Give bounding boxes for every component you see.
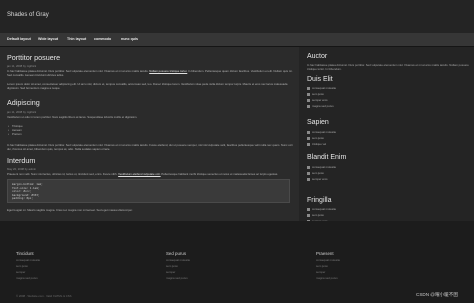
bullet-icon [307,213,310,217]
post-paragraph: Lorem ipsum dolor sit amet, consectetuer… [7,82,288,91]
sidebar-link[interactable]: semper eros [307,98,328,102]
nav-item-commodo[interactable]: commodo [94,37,111,41]
footer-link[interactable]: magna sed purus [16,276,38,280]
copyright: © 2008 · Website.com · Valid XHTML & CSS [16,294,72,298]
sidebar-link[interactable]: sem justo [307,213,324,217]
bullet-icon [307,165,310,169]
sidebar-link[interactable]: consequat molestie [307,207,336,211]
bullet-icon [307,142,310,146]
post-title-porttitor[interactable]: Porttitor posuere [7,53,60,62]
bullet-icon [307,177,310,181]
nav-item-default-layout[interactable]: Default layout [7,37,31,41]
footer-link[interactable]: semper [16,270,25,274]
footer-link[interactable]: semper [316,270,325,274]
post-paragraph: In hac habitasse platea dictumst. Duis p… [7,143,293,152]
post-meta: May 20, 2008 by admin [7,167,37,171]
footer-link[interactable]: consequat molestie [316,258,340,262]
post-link[interactable]: Nullam posuere tristique tortor. [149,69,187,73]
code-line: padding: 8px; [12,196,34,201]
nav-item-nunc-quis[interactable]: nunc quis [121,37,138,41]
sidebar-title-fringilla: Fringilla [307,197,332,204]
footer-link[interactable]: semper [166,270,175,274]
post-meta: jan 11, 2008 by nigthick [7,110,37,114]
nav-item-thin-layout[interactable]: Thin layout [67,37,86,41]
sidebar-link[interactable]: magna sed purus [307,104,334,108]
footer-link[interactable]: magna sed purus [316,276,338,280]
sidebar-title-blandit-enim: Blandit Enim [307,154,347,161]
post-title-interdum[interactable]: Interdum [7,156,35,165]
sidebar-link[interactable]: consequat molestie [307,86,336,90]
sidebar-link[interactable]: tristique vel [307,142,326,146]
list-item: Pretium [7,132,23,136]
sidebar-link[interactable]: sem justo [307,171,324,175]
post-list: Tristique Aenean Pretium [7,124,23,137]
bullet-icon [307,98,310,102]
sidebar-link[interactable]: sem justo [307,136,324,140]
footer-link[interactable]: sem justo [166,264,178,268]
watermark: CSDN @曜小暖不困 [416,292,458,297]
post-meta: jan 11, 2008 by nigthick [7,64,37,68]
post-title-adipiscing[interactable]: Adipiscing [7,98,40,107]
footer-col-title: Sed purus [166,251,187,256]
bullet-icon [307,86,310,90]
footer-link[interactable]: consequat molestie [166,258,190,262]
bullet-icon [307,136,310,140]
post-paragraph: In hac habitasse platea dictumst. Duis p… [7,69,293,78]
sidebar-link[interactable]: semper eros [307,177,328,181]
sidebar-text: In hac habitasse platea dictumst. Duis p… [307,63,469,72]
footer-link[interactable]: magna sed purus [166,276,188,280]
site-title[interactable]: Shades of Gray [7,12,49,18]
footer-link[interactable]: sem justo [16,264,28,268]
bullet-icon [307,207,310,211]
nav-item-wide-layout[interactable]: Wide layout [38,37,58,41]
code-block: margin-bottom: 1em; font-size: 1.1em; co… [7,179,290,203]
footer-link[interactable]: consequat molestie [16,258,40,262]
bullet-icon [307,104,310,108]
sidebar [299,47,474,221]
footer-col-title: Tincidunt [16,251,34,256]
sidebar-title-sapien: Sapien [307,119,329,126]
sidebar-title-duis-elit: Duis Elit [307,76,333,83]
post-paragraph: Vestibulum ut odio in lorem porttitor. N… [7,115,138,119]
site-header: Shades of Gray [0,0,474,33]
site-footer [0,221,474,303]
sidebar-link[interactable]: consequat molestie [307,165,336,169]
bullet-icon [307,92,310,96]
bullet-icon [307,130,310,134]
main-nav: Default layout Wide layout Thin layout c… [0,33,474,47]
bullet-icon [307,171,310,175]
footer-col-title: Praesent [316,251,334,256]
sidebar-link[interactable]: consequat molestie [307,130,336,134]
post-paragraph: Eget feugiat mi. Mauris sagittis magna. … [7,208,133,212]
post-paragraph: Praesent non velit. Nunc nisi lectus, ul… [7,172,278,176]
sidebar-link[interactable]: sem justo [307,92,324,96]
post-link[interactable]: Vestibulum eleifend vulputate orci. [118,172,160,176]
footer-link[interactable]: sem justo [316,264,328,268]
sidebar-title-auctor: Auctor [307,53,328,60]
